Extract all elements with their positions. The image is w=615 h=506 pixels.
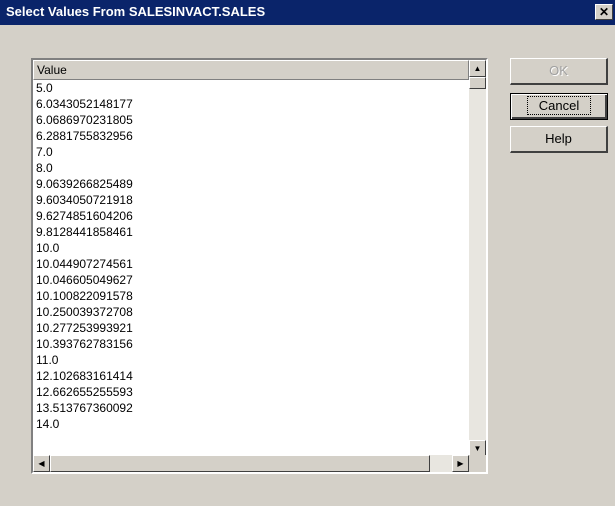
list-item[interactable]: 8.0	[33, 160, 469, 176]
horizontal-scrollbar[interactable]: ◀ ▶	[33, 455, 469, 472]
list-item[interactable]: 6.0343052148177	[33, 96, 469, 112]
close-icon[interactable]: ✕	[595, 4, 613, 20]
list-item[interactable]: 10.277253993921	[33, 320, 469, 336]
vertical-scroll-thumb[interactable]	[469, 77, 486, 89]
window-title: Select Values From SALESINVACT.SALES	[6, 4, 266, 19]
help-button[interactable]: Help	[510, 126, 608, 153]
list-item[interactable]: 12.102683161414	[33, 368, 469, 384]
list-item[interactable]: 10.250039372708	[33, 304, 469, 320]
horizontal-scroll-thumb[interactable]	[50, 455, 430, 472]
list-item[interactable]: 5.0	[33, 80, 469, 96]
list-item[interactable]: 9.0639266825489	[33, 176, 469, 192]
list-item[interactable]: 10.393762783156	[33, 336, 469, 352]
list-item[interactable]: 14.0	[33, 416, 469, 432]
scroll-up-icon[interactable]: ▲	[469, 60, 486, 77]
values-list: 5.0 6.0343052148177 6.0686970231805 6.28817…	[33, 80, 469, 457]
list-item[interactable]: 9.6034050721918	[33, 192, 469, 208]
cancel-button[interactable]: Cancel	[510, 93, 608, 120]
list-item[interactable]: 10.100822091578	[33, 288, 469, 304]
scroll-right-icon[interactable]: ▶	[452, 455, 469, 472]
ok-button[interactable]: OK	[510, 58, 608, 85]
scrollbar-corner	[469, 455, 486, 472]
list-item[interactable]: 11.0	[33, 352, 469, 368]
values-listbox[interactable]: Value 5.0 6.0343052148177 6.0686970231805 6…	[31, 58, 488, 474]
list-item[interactable]: 6.2881755832956	[33, 128, 469, 144]
list-item[interactable]: 6.0686970231805	[33, 112, 469, 128]
vertical-scrollbar[interactable]: ▲ ▼	[469, 60, 486, 457]
list-item[interactable]: 9.8128441858461	[33, 224, 469, 240]
list-item[interactable]: 7.0	[33, 144, 469, 160]
list-item[interactable]: 12.662655255593	[33, 384, 469, 400]
column-header-value[interactable]: Value	[33, 60, 469, 80]
list-item[interactable]: 10.044907274561	[33, 256, 469, 272]
list-item[interactable]: 10.046605049627	[33, 272, 469, 288]
list-item[interactable]: 9.6274851604206	[33, 208, 469, 224]
list-item[interactable]: 13.513767360092	[33, 400, 469, 416]
cancel-button-label: Cancel	[526, 96, 592, 115]
title-bar: Select Values From SALESINVACT.SALES ✕	[0, 0, 615, 25]
list-item[interactable]: 10.0	[33, 240, 469, 256]
scroll-left-icon[interactable]: ◀	[33, 455, 50, 472]
